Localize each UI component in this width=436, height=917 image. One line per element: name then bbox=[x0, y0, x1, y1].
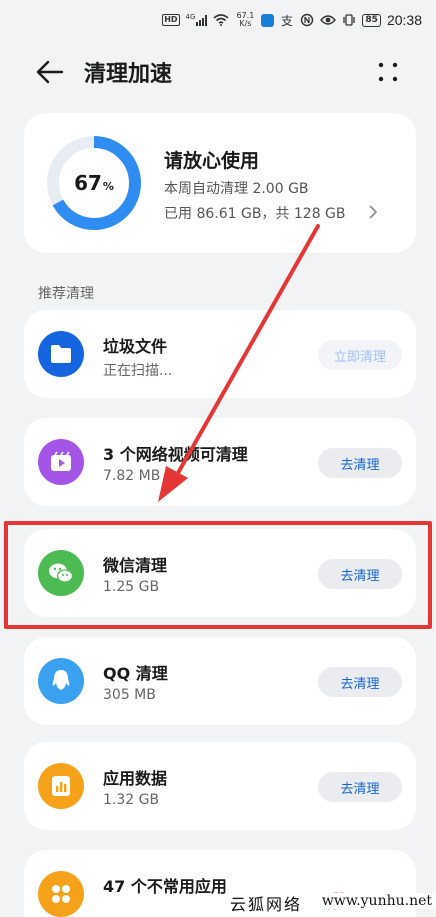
vibrate-icon bbox=[343, 14, 356, 26]
eye-comfort-icon bbox=[320, 15, 337, 25]
hd-icon: HD bbox=[162, 14, 180, 26]
app-data-icon bbox=[38, 763, 84, 809]
notification-app-icon bbox=[261, 13, 275, 27]
storage-percent: 67% bbox=[74, 171, 114, 195]
chevron-right-icon bbox=[369, 205, 378, 219]
more-options-button[interactable] bbox=[374, 58, 402, 86]
apps-grid-icon bbox=[38, 871, 84, 917]
weekly-auto-clean-text: 本周自动清理 2.00 GB bbox=[164, 181, 309, 197]
nfc-icon bbox=[301, 13, 314, 27]
go-clean-button[interactable]: 去清理 bbox=[318, 448, 402, 478]
item-subtitle: 1.32 GB bbox=[103, 792, 160, 808]
storage-summary-card[interactable]: 67% 请放心使用 本周自动清理 2.00 GB 已用 86.61 GB，共 1… bbox=[24, 113, 416, 253]
item-subtitle: 7.82 MB bbox=[103, 468, 161, 484]
arrow-left-icon bbox=[36, 60, 64, 84]
watermark-cn: 云狐网络 bbox=[230, 895, 303, 914]
status-bar: HD 4G 67.1 K/s 支 85 20:38 bbox=[0, 0, 436, 40]
clean-item-network-videos[interactable]: 3 个网络视频可清理 7.82 MB 去清理 bbox=[24, 418, 416, 506]
item-title: 3 个网络视频可清理 bbox=[103, 445, 248, 464]
clean-item-junk-files[interactable]: 垃圾文件 正在扫描... 立即清理 bbox=[24, 310, 416, 398]
clean-item-qq[interactable]: QQ 清理 305 MB 去清理 bbox=[24, 637, 416, 725]
title-bar: 清理加速 bbox=[0, 52, 436, 92]
go-clean-button[interactable]: 去清理 bbox=[318, 772, 402, 802]
wifi-icon bbox=[213, 14, 229, 26]
svg-text:支: 支 bbox=[281, 14, 293, 27]
qq-icon bbox=[38, 658, 84, 704]
clean-item-app-data[interactable]: 应用数据 1.32 GB 去清理 bbox=[24, 742, 416, 830]
network-speed: 67.1 K/s bbox=[236, 11, 255, 28]
battery-icon: 85 bbox=[362, 13, 381, 27]
page-title: 清理加速 bbox=[84, 62, 173, 87]
back-button[interactable] bbox=[34, 58, 66, 86]
item-title: 应用数据 bbox=[103, 769, 168, 788]
storage-used-text: 已用 86.61 GB，共 128 GB bbox=[164, 206, 346, 222]
item-title: 垃圾文件 bbox=[103, 337, 168, 356]
go-clean-button[interactable]: 去清理 bbox=[318, 667, 402, 697]
storage-status-title: 请放心使用 bbox=[164, 150, 260, 172]
watermark: 云狐网络 office66 www.yunhu.net bbox=[222, 887, 436, 917]
clean-now-button[interactable]: 立即清理 bbox=[318, 340, 402, 370]
item-title: 47 个不常用应用 bbox=[103, 877, 227, 896]
item-subtitle: 正在扫描... bbox=[103, 363, 173, 379]
video-icon bbox=[38, 439, 84, 485]
clock: 20:38 bbox=[386, 12, 422, 28]
section-label-recommended: 推荐清理 bbox=[38, 286, 94, 302]
more-dots-icon bbox=[378, 62, 398, 82]
folder-icon bbox=[38, 331, 84, 377]
highlight-annotation-box bbox=[4, 521, 432, 629]
alipay-icon: 支 bbox=[281, 14, 293, 27]
item-title: QQ 清理 bbox=[103, 664, 168, 683]
signal-icon: 4G bbox=[186, 14, 208, 26]
watermark-url: www.yunhu.net bbox=[302, 893, 436, 909]
item-subtitle: 305 MB bbox=[103, 687, 156, 703]
